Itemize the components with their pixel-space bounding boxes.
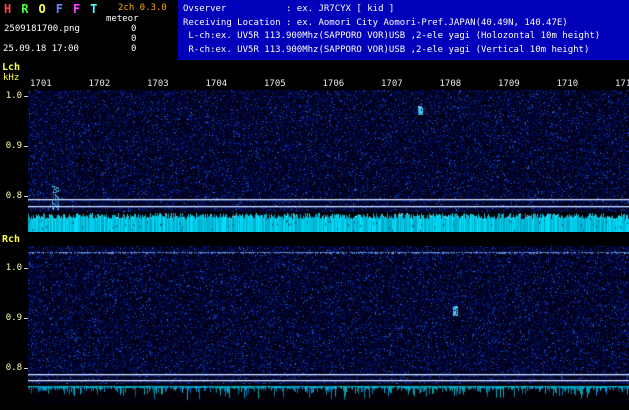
logo-letter: O	[38, 2, 46, 16]
observation-timestamp: 25.09.18 17:00	[3, 44, 79, 54]
freq-tick	[24, 268, 28, 269]
echo-count-2: 0	[131, 34, 137, 44]
freq-tick	[24, 146, 28, 147]
logo-letter: H	[4, 2, 12, 16]
freq-tick	[24, 318, 28, 319]
rch-spectrogram	[28, 246, 629, 384]
freq-label: 0.9	[5, 313, 22, 323]
time-label: 1709	[498, 79, 520, 89]
lch-label: Lch	[2, 62, 21, 73]
freq-tick	[24, 368, 28, 369]
freq-tick	[24, 196, 28, 197]
observer-line: Ovserver : ex. JR7CYX [ kid ]	[183, 4, 395, 14]
rch-label: Rch	[2, 234, 21, 245]
echo-count-3: 0	[131, 44, 137, 54]
lch-spectrogram	[28, 90, 629, 212]
version-label: 2ch 0.3.0	[118, 3, 167, 13]
time-label: 1711	[615, 79, 629, 89]
time-label: 1702	[88, 79, 111, 89]
location-line: Receiving Location : ex. Aomori City Aom…	[183, 17, 568, 28]
rch-config-line: R-ch:ex. UV5R 113.900Mhz(SAPPORO VOR)USB…	[183, 44, 590, 55]
logo-letter: F	[72, 2, 81, 16]
time-label: 1704	[205, 79, 228, 89]
time-axis: 1701 1702 1703 1704 1705 1706 1707 1708 1709 1710…	[28, 79, 629, 90]
output-filename: 2509181700.png	[4, 24, 80, 34]
time-label: 1706	[322, 79, 345, 89]
time-label: 1707	[381, 79, 403, 89]
time-label: 1708	[439, 79, 462, 89]
freq-label: 0.8	[5, 191, 22, 201]
logo-letter: T	[90, 2, 98, 16]
echo-count-1: 0	[131, 24, 137, 34]
app-logo: HROFFT	[4, 2, 107, 16]
header-left: HROFFT 2ch 0.3.0 meteor 2509181700.png 0…	[0, 0, 178, 60]
logo-letter: R	[21, 2, 29, 16]
khz-unit-label: kHz	[3, 73, 20, 83]
mode-label: meteor	[106, 14, 139, 24]
lch-level-graph	[28, 212, 629, 232]
time-label: 1701	[30, 79, 52, 89]
lch-config-line: L-ch:ex. UV5R 113.900Mhz(SAPPORO VOR)USB…	[183, 31, 601, 41]
rch-level-graph	[28, 384, 629, 404]
logo-letter: F	[55, 2, 63, 16]
freq-label: 1.0	[5, 91, 22, 101]
header-info-panel: Ovserver : ex. JR7CYX [ kid ] Receiving …	[178, 0, 629, 60]
freq-tick	[24, 96, 28, 97]
freq-label: 0.8	[5, 363, 22, 373]
freq-label: 0.9	[5, 141, 22, 151]
hrofft-screen: HROFFT 2ch 0.3.0 meteor 2509181700.png 0…	[0, 0, 629, 410]
time-label: 1710	[556, 79, 579, 89]
time-label: 1703	[147, 79, 169, 89]
freq-label: 1.0	[5, 263, 22, 273]
time-label: 1705	[264, 79, 286, 89]
